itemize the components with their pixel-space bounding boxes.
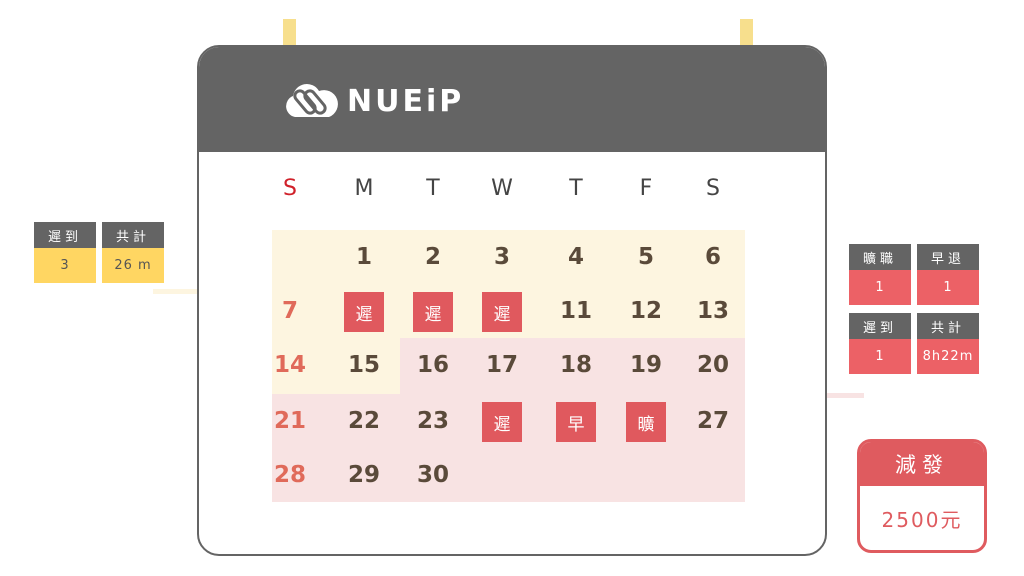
weekday-label: S — [283, 176, 297, 201]
deduction-box: 減發 2500元 — [857, 439, 987, 553]
stat-value: 1 — [849, 270, 911, 305]
day-number: 17 — [485, 352, 518, 378]
stat-label: 遲到 — [34, 222, 96, 248]
stat-label: 遲到 — [849, 313, 911, 339]
stat-label: 共計 — [917, 313, 979, 339]
day-number: 2 — [424, 244, 441, 270]
stat-value: 8h22m — [917, 339, 979, 374]
stat-label: 早退 — [917, 244, 979, 270]
day-number: 19 — [629, 352, 662, 378]
stat-value: 1 — [849, 339, 911, 374]
stat-value: 26 m — [102, 248, 164, 283]
stat-label: 曠職 — [849, 244, 911, 270]
calendar-card: NUEiP S M T W T F S 1 2 3 4 5 6 7 遲遲遲 11 12 13 14 15 16 17 18 1… — [197, 45, 827, 556]
deduction-value: 2500元 — [881, 507, 963, 532]
day-number: 27 — [696, 408, 729, 434]
stat-value: 1 — [917, 270, 979, 305]
day-number: 4 — [567, 244, 584, 270]
left-stat-total: 共計 26 m — [102, 222, 164, 283]
day-number: 29 — [347, 462, 380, 488]
attendance-tag: 遲 — [482, 402, 522, 442]
day-number: 16 — [416, 352, 449, 378]
right-stat-early: 早退 1 — [917, 244, 979, 305]
deduction-label: 減發 — [860, 442, 984, 486]
day-number: 28 — [273, 462, 306, 488]
weekday-label: W — [491, 176, 513, 201]
weekday-label: M — [354, 176, 374, 201]
day-number: 23 — [416, 408, 449, 434]
day-number: 7 — [281, 298, 298, 324]
day-number: 11 — [559, 298, 592, 324]
right-stat-total: 共計 8h22m — [917, 313, 979, 374]
weekday-label: T — [426, 176, 440, 201]
day-number: 6 — [704, 244, 721, 270]
attendance-tag: 遲 — [344, 292, 384, 332]
attendance-tag: 遲 — [482, 292, 522, 332]
day-number: 5 — [637, 244, 654, 270]
attendance-tag: 曠 — [626, 402, 666, 442]
right-stat-absent: 曠職 1 — [849, 244, 911, 305]
day-number: 21 — [273, 408, 306, 434]
day-number: 14 — [273, 352, 306, 378]
day-number: 3 — [493, 244, 510, 270]
day-number: 13 — [696, 298, 729, 324]
stat-value: 3 — [34, 248, 96, 283]
weekday-label: S — [706, 176, 720, 201]
day-number: 12 — [629, 298, 662, 324]
weekday-label: F — [639, 176, 653, 201]
day-number: 1 — [355, 244, 372, 270]
day-number: 20 — [696, 352, 729, 378]
day-number: 30 — [416, 462, 449, 488]
day-number: 22 — [347, 408, 380, 434]
weekday-label: T — [569, 176, 583, 201]
day-number: 15 — [347, 352, 380, 378]
day-number: 18 — [559, 352, 592, 378]
attendance-tag: 早 — [556, 402, 596, 442]
right-stat-late: 遲到 1 — [849, 313, 911, 374]
left-stat-late: 遲到 3 — [34, 222, 96, 283]
attendance-tag: 遲 — [413, 292, 453, 332]
stat-label: 共計 — [102, 222, 164, 248]
